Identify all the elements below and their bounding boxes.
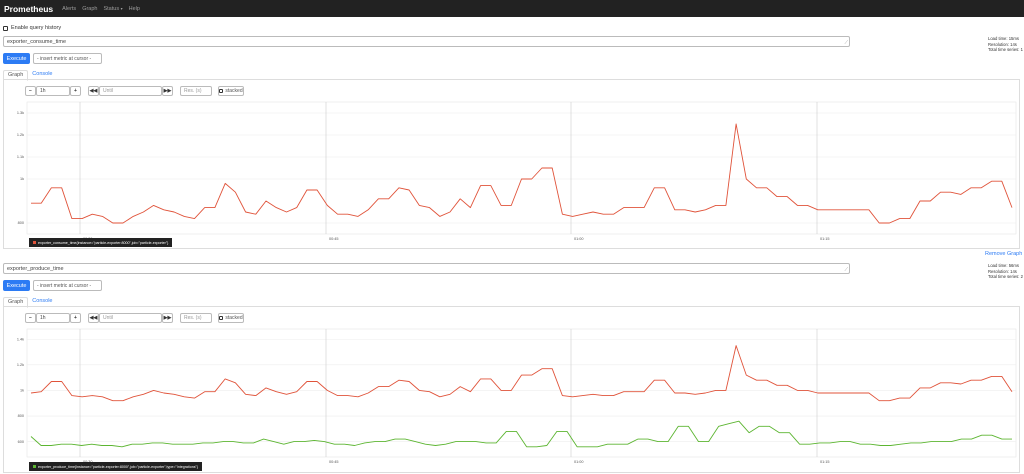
expression-text: exporter_produce_time: [7, 266, 64, 272]
y-tick-label: 800: [18, 414, 24, 418]
legend-series-label: exporter_consume_time{instance="particle…: [38, 240, 169, 245]
series-line-1: [30, 345, 1013, 402]
query-history-toggle[interactable]: Enable query history: [3, 25, 61, 31]
y-tick-label: 800: [18, 221, 24, 225]
query-history-label: Enable query history: [11, 25, 62, 31]
series-line-1: [31, 123, 1013, 224]
y-tick-label: 1.4k: [17, 337, 24, 341]
insert-metric-select[interactable]: - insert metric at cursor -: [33, 280, 102, 291]
execute-button[interactable]: Execute: [3, 53, 30, 64]
y-tick-label: 1.1k: [17, 155, 24, 159]
resize-grip-icon[interactable]: ⟋: [844, 40, 848, 46]
brand-logo[interactable]: Prometheus: [4, 4, 53, 14]
y-tick-label: 1.2k: [17, 133, 24, 137]
y-tick-label: 1k: [20, 177, 24, 181]
legend-series-label: exporter_produce_time{instance="particle…: [38, 464, 198, 469]
x-tick-label: 01:15: [820, 460, 830, 464]
chart-legend: exporter_consume_time{instance="particle…: [29, 238, 173, 247]
navbar: Prometheus Alerts Graph Status ▾ Help: [0, 0, 1024, 17]
y-tick-label: 600: [18, 440, 24, 444]
series-line-2: [30, 420, 1012, 448]
caret-down-icon: ▾: [120, 5, 123, 11]
y-tick-label: 1.2k: [17, 363, 24, 367]
plot-area: [26, 101, 1017, 235]
x-tick-label: 01:00: [574, 237, 584, 241]
expression-input[interactable]: exporter_consume_time ⟋: [3, 36, 850, 47]
x-tick-label: 01:15: [820, 237, 830, 241]
chart-1[interactable]: 8001k1.1k1.2k1.3k00:3000:4501:0001:15: [4, 80, 1021, 250]
query-stats: Load time: 56ms Resolution: 14s Total ti…: [988, 263, 1023, 280]
total-series: Total time series: 2: [988, 274, 1023, 279]
nav-status-label: Status: [103, 5, 120, 12]
total-series: Total time series: 1: [988, 47, 1023, 52]
chart-legend: exporter_produce_time{instance="particle…: [29, 462, 202, 471]
nav-graph[interactable]: Graph: [82, 6, 97, 12]
checkbox[interactable]: [3, 25, 8, 31]
nav-status[interactable]: Status ▾: [103, 6, 122, 12]
query-stats: Load time: 15ms Resolution: 14s Total ti…: [988, 36, 1023, 53]
x-tick-label: 00:45: [329, 460, 339, 464]
graph-content: − 1h + ◀◀ Until ▶▶ Res. (s) stacked 600 8…: [3, 306, 1020, 473]
y-tick-label: 1.3k: [17, 111, 24, 115]
load-time: Load time: 15ms: [988, 36, 1019, 41]
load-time: Load time: 56ms: [988, 263, 1019, 268]
y-tick-label: 1k: [20, 389, 24, 393]
chart-2[interactable]: 6008001k1.2k1.4k00:3000:4501:0001:15: [4, 307, 1021, 474]
x-tick-label: 00:45: [329, 237, 339, 241]
graph-content: − 1h + ◀◀ Until ▶▶ Res. (s) stacked 800 1…: [3, 79, 1020, 249]
nav-help[interactable]: Help: [129, 6, 140, 12]
resize-grip-icon[interactable]: ⟋: [844, 267, 848, 273]
remove-graph-link[interactable]: Remove Graph: [985, 251, 1022, 257]
insert-metric-select[interactable]: - insert metric at cursor -: [33, 53, 102, 64]
execute-button[interactable]: Execute: [3, 280, 30, 291]
nav-alerts[interactable]: Alerts: [62, 6, 76, 12]
expression-text: exporter_consume_time: [7, 39, 67, 45]
legend-swatch: [33, 465, 36, 468]
expression-input[interactable]: exporter_produce_time ⟋: [3, 263, 850, 274]
legend-swatch: [33, 241, 36, 244]
x-tick-label: 01:00: [574, 460, 584, 464]
